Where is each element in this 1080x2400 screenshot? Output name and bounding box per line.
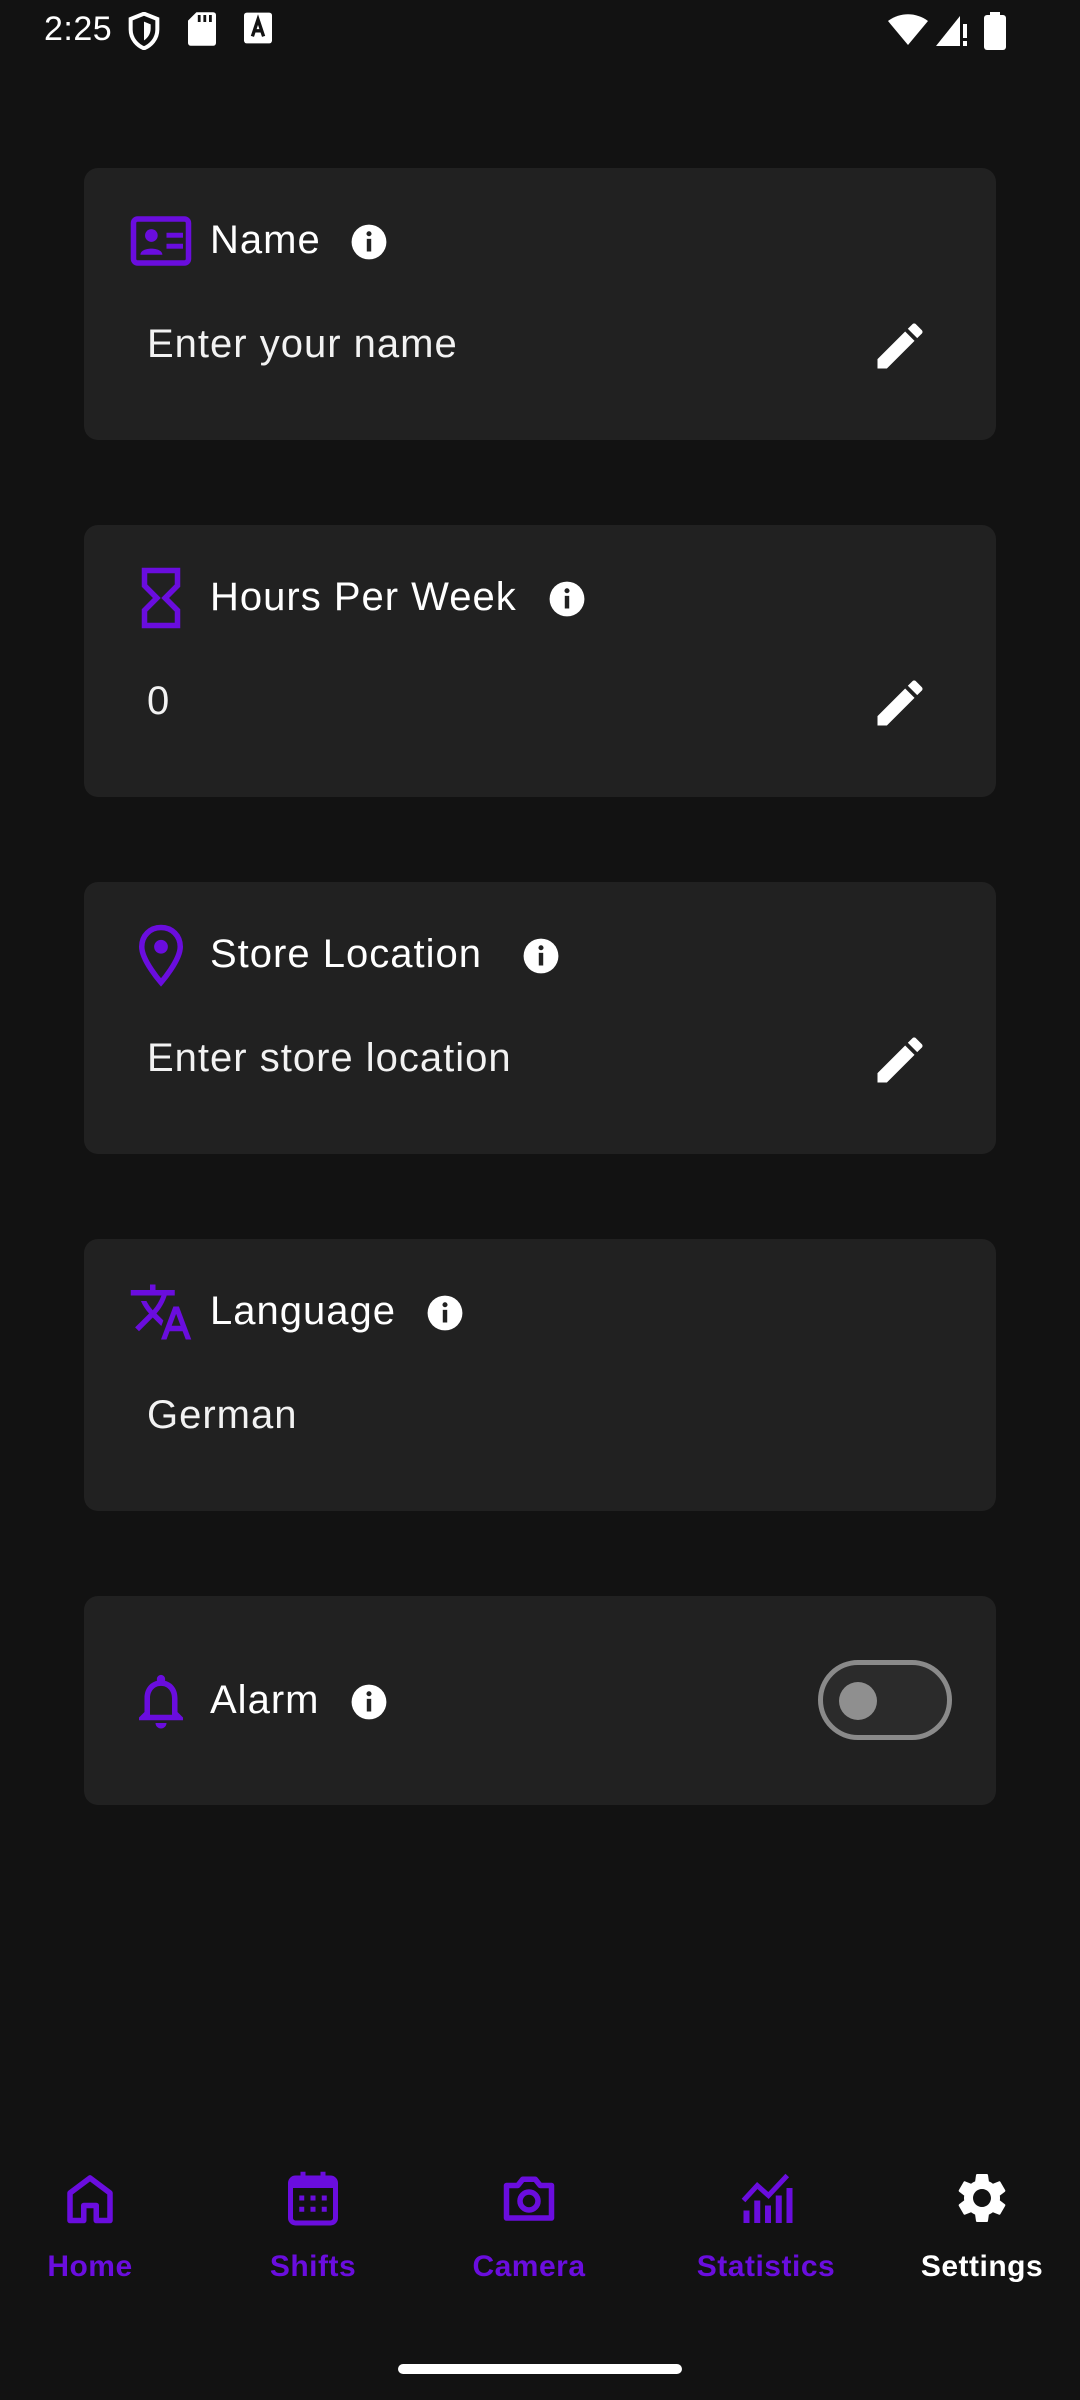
bottom-navigation: Home Shifts Camera Statistics Settings — [0, 2150, 1080, 2300]
battery-icon — [984, 12, 1006, 50]
signal-icon — [936, 16, 967, 46]
status-bar: 2:25 — [0, 0, 1080, 62]
nav-item-camera[interactable]: Camera — [421, 2150, 637, 2300]
hours-value[interactable]: 0 — [147, 679, 170, 724]
home-indicator[interactable] — [398, 2364, 682, 2374]
name-title: Name — [210, 218, 321, 262]
store-location-value[interactable]: Enter store location — [147, 1036, 512, 1081]
info-icon[interactable] — [350, 1683, 388, 1721]
nav-item-shifts[interactable]: Shifts — [205, 2150, 421, 2300]
language-value[interactable]: German — [147, 1393, 298, 1438]
nav-label-camera: Camera — [472, 2250, 586, 2283]
hours-card: Hours Per Week 0 — [84, 525, 996, 797]
alarm-toggle[interactable] — [818, 1660, 952, 1740]
location-pin-icon — [138, 924, 184, 987]
nav-label-statistics: Statistics — [696, 2250, 836, 2283]
store-location-title: Store Location — [210, 932, 482, 976]
nav-label-shifts: Shifts — [269, 2250, 357, 2283]
home-icon — [67, 2175, 113, 2224]
info-icon[interactable] — [522, 937, 560, 975]
store-location-card: Store Location Enter store location — [84, 882, 996, 1154]
edit-icon[interactable] — [870, 1030, 930, 1090]
calendar-icon — [288, 2171, 338, 2226]
language-title: Language — [210, 1289, 396, 1333]
settings-screen: 2:25 Name Enter your name Hours Per Week… — [0, 0, 1080, 2400]
bell-icon — [139, 1674, 183, 1729]
alarm-toggle-knob — [839, 1682, 877, 1720]
nav-label-home: Home — [47, 2250, 133, 2283]
info-icon[interactable] — [548, 580, 586, 618]
statistics-icon — [741, 2173, 793, 2223]
hourglass-icon — [141, 567, 181, 629]
sd-card-icon — [188, 12, 216, 46]
info-icon[interactable] — [350, 223, 388, 261]
wifi-icon — [888, 14, 928, 45]
edit-icon[interactable] — [870, 673, 930, 733]
translate-icon — [130, 1284, 192, 1340]
hours-title: Hours Per Week — [210, 575, 517, 619]
keyboard-a-icon — [244, 12, 272, 44]
name-card: Name Enter your name — [84, 168, 996, 440]
nav-item-home[interactable]: Home — [0, 2150, 198, 2300]
camera-icon — [503, 2176, 555, 2221]
status-time: 2:25 — [44, 10, 113, 48]
name-value[interactable]: Enter your name — [147, 322, 458, 367]
alarm-card: Alarm — [84, 1596, 996, 1805]
nav-item-settings[interactable]: Settings — [874, 2150, 1080, 2300]
shield-icon — [128, 12, 160, 50]
edit-icon[interactable] — [870, 316, 930, 376]
language-card[interactable]: Language German — [84, 1239, 996, 1511]
id-card-icon — [130, 216, 192, 266]
nav-label-settings: Settings — [920, 2250, 1044, 2283]
info-icon[interactable] — [426, 1294, 464, 1332]
nav-item-statistics[interactable]: Statistics — [658, 2150, 874, 2300]
alarm-title: Alarm — [210, 1678, 320, 1722]
gear-icon — [958, 2174, 1006, 2222]
